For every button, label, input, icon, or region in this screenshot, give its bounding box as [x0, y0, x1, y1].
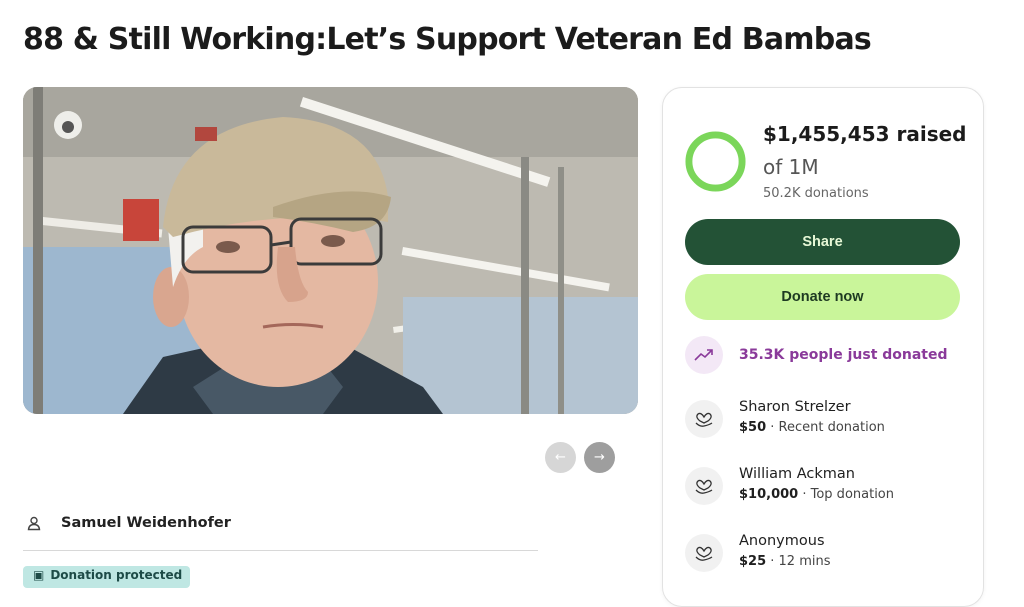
shield-icon: ▣ [33, 568, 45, 582]
donor-name: Sharon Strelzer [739, 399, 851, 415]
donor-amount: $10,000 [739, 487, 799, 502]
recent-donations-trend[interactable]: 35.3K people just donated [685, 336, 948, 374]
donor-note: · Top donation [798, 487, 894, 502]
carousel-next-button[interactable]: → [584, 442, 615, 473]
veteran-photo-icon [23, 87, 638, 414]
arrow-right-icon: → [594, 450, 605, 465]
donation-protected-label: Donation protected [50, 568, 183, 582]
donation-count: 50.2K donations [763, 186, 869, 201]
page-title: 88 & Still Working:Let’s Support Veteran… [23, 22, 872, 57]
donor-amount: $25 [739, 554, 767, 569]
user-icon [23, 512, 45, 534]
donor-item: Sharon Strelzer $50 · Recent donation [685, 399, 885, 438]
donor-note: · 12 mins [766, 554, 831, 569]
hero-photo[interactable] [23, 87, 638, 414]
organizer[interactable]: Samuel Weidenhofer [23, 512, 231, 534]
trending-text: 35.3K people just donated [739, 347, 948, 363]
arrow-left-icon: ← [555, 450, 566, 465]
organizer-name: Samuel Weidenhofer [61, 515, 231, 531]
donor-name: William Ackman [739, 466, 855, 482]
amount-raised: $1,455,453 raised [763, 122, 967, 146]
donation-protected-badge: ▣ Donation protected [23, 566, 191, 588]
donor-item: William Ackman $10,000 · Top donation [685, 466, 894, 505]
divider [23, 550, 538, 551]
share-button[interactable]: Share [685, 219, 960, 265]
carousel-prev-button[interactable]: ← [545, 442, 576, 473]
trending-up-icon [685, 336, 723, 374]
donor-note: · Recent donation [766, 420, 885, 435]
progress-ring [685, 131, 746, 192]
goal-amount: of 1M [763, 155, 819, 179]
donor-amount: $50 [739, 420, 767, 435]
donor-item: Anonymous $25 · 12 mins [685, 533, 831, 572]
heart-hand-icon [685, 400, 723, 438]
donor-name: Anonymous [739, 533, 825, 549]
heart-hand-icon [685, 467, 723, 505]
donate-now-button[interactable]: Donate now [685, 274, 960, 320]
heart-hand-icon [685, 534, 723, 572]
